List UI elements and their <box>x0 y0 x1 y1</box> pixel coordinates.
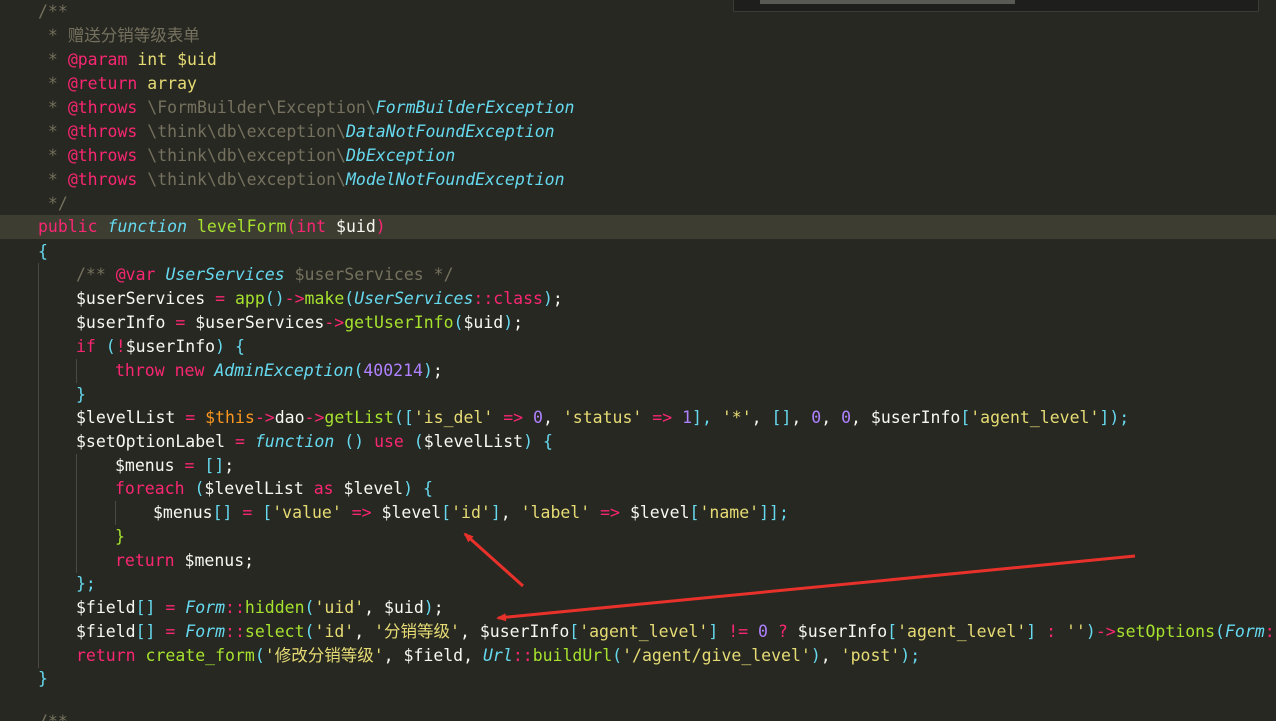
code-editor[interactable]: /** * 赠送分销等级表单 * @param int $uid * @retu… <box>0 0 1276 721</box>
annotation-arrow-agent-level <box>496 554 1136 622</box>
annotation-arrow-id <box>463 532 525 588</box>
annotation-arrows <box>463 532 1136 622</box>
